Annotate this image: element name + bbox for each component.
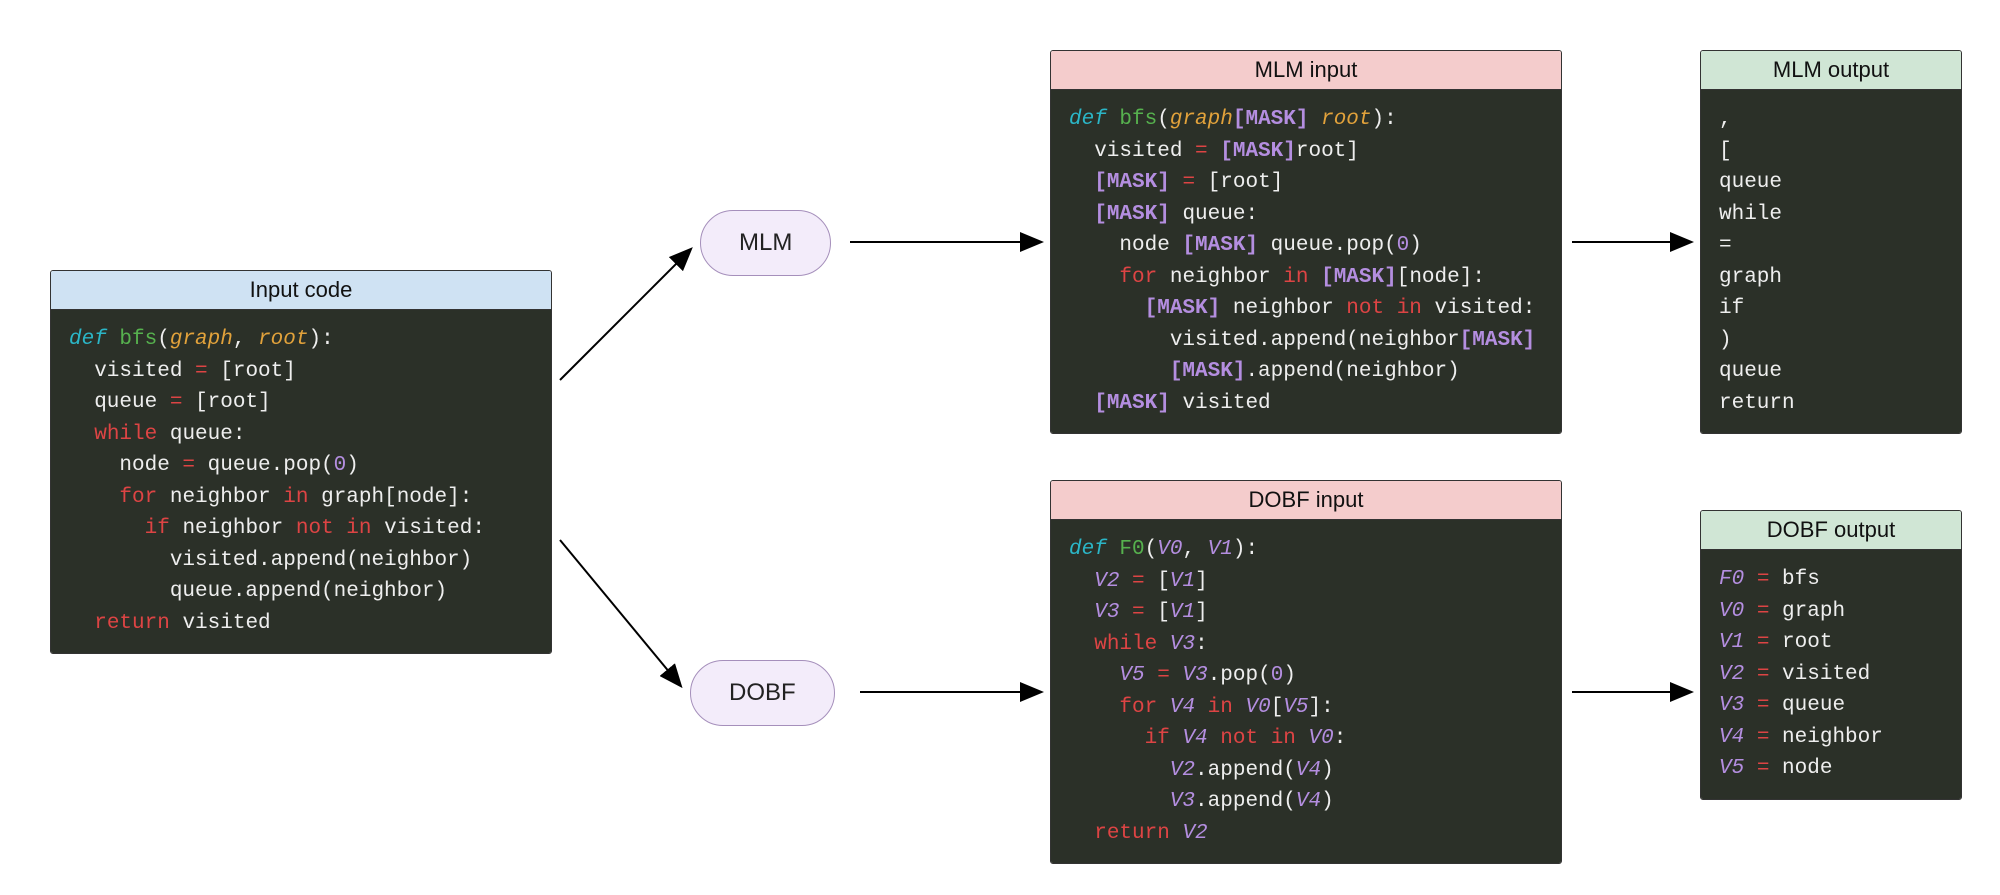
dobf-input-title: DOBF input — [1051, 481, 1561, 520]
input-code-title: Input code — [51, 271, 551, 310]
dobf-output-title: DOBF output — [1701, 511, 1961, 550]
dobf-output-panel: DOBF output F0 = bfs V0 = graph V1 = roo… — [1700, 510, 1962, 800]
dobf-output-body: F0 = bfs V0 = graph V1 = root V2 = visit… — [1701, 550, 1961, 799]
mlm-input-title: MLM input — [1051, 51, 1561, 90]
dobf-input-body: def F0(V0, V1): V2 = [V1] V3 = [V1] whil… — [1051, 520, 1561, 863]
mlm-node: MLM — [700, 210, 831, 276]
input-code-body: def bfs(graph, root): visited = [root] q… — [51, 310, 551, 653]
input-code-panel: Input code def bfs(graph, root): visited… — [50, 270, 552, 654]
mlm-output-body: , [ queue while = graph if ) queue retur… — [1701, 90, 1961, 433]
arrow-input-to-dobf — [560, 540, 680, 685]
mlm-output-panel: MLM output , [ queue while = graph if ) … — [1700, 50, 1962, 434]
arrow-input-to-mlm — [560, 250, 690, 380]
mlm-output-title: MLM output — [1701, 51, 1961, 90]
diagram-root: Input code def bfs(graph, root): visited… — [20, 20, 1980, 855]
dobf-node: DOBF — [690, 660, 835, 726]
mlm-input-panel: MLM input def bfs(graph[MASK] root): vis… — [1050, 50, 1562, 434]
mlm-input-body: def bfs(graph[MASK] root): visited = [MA… — [1051, 90, 1561, 433]
dobf-input-panel: DOBF input def F0(V0, V1): V2 = [V1] V3 … — [1050, 480, 1562, 864]
